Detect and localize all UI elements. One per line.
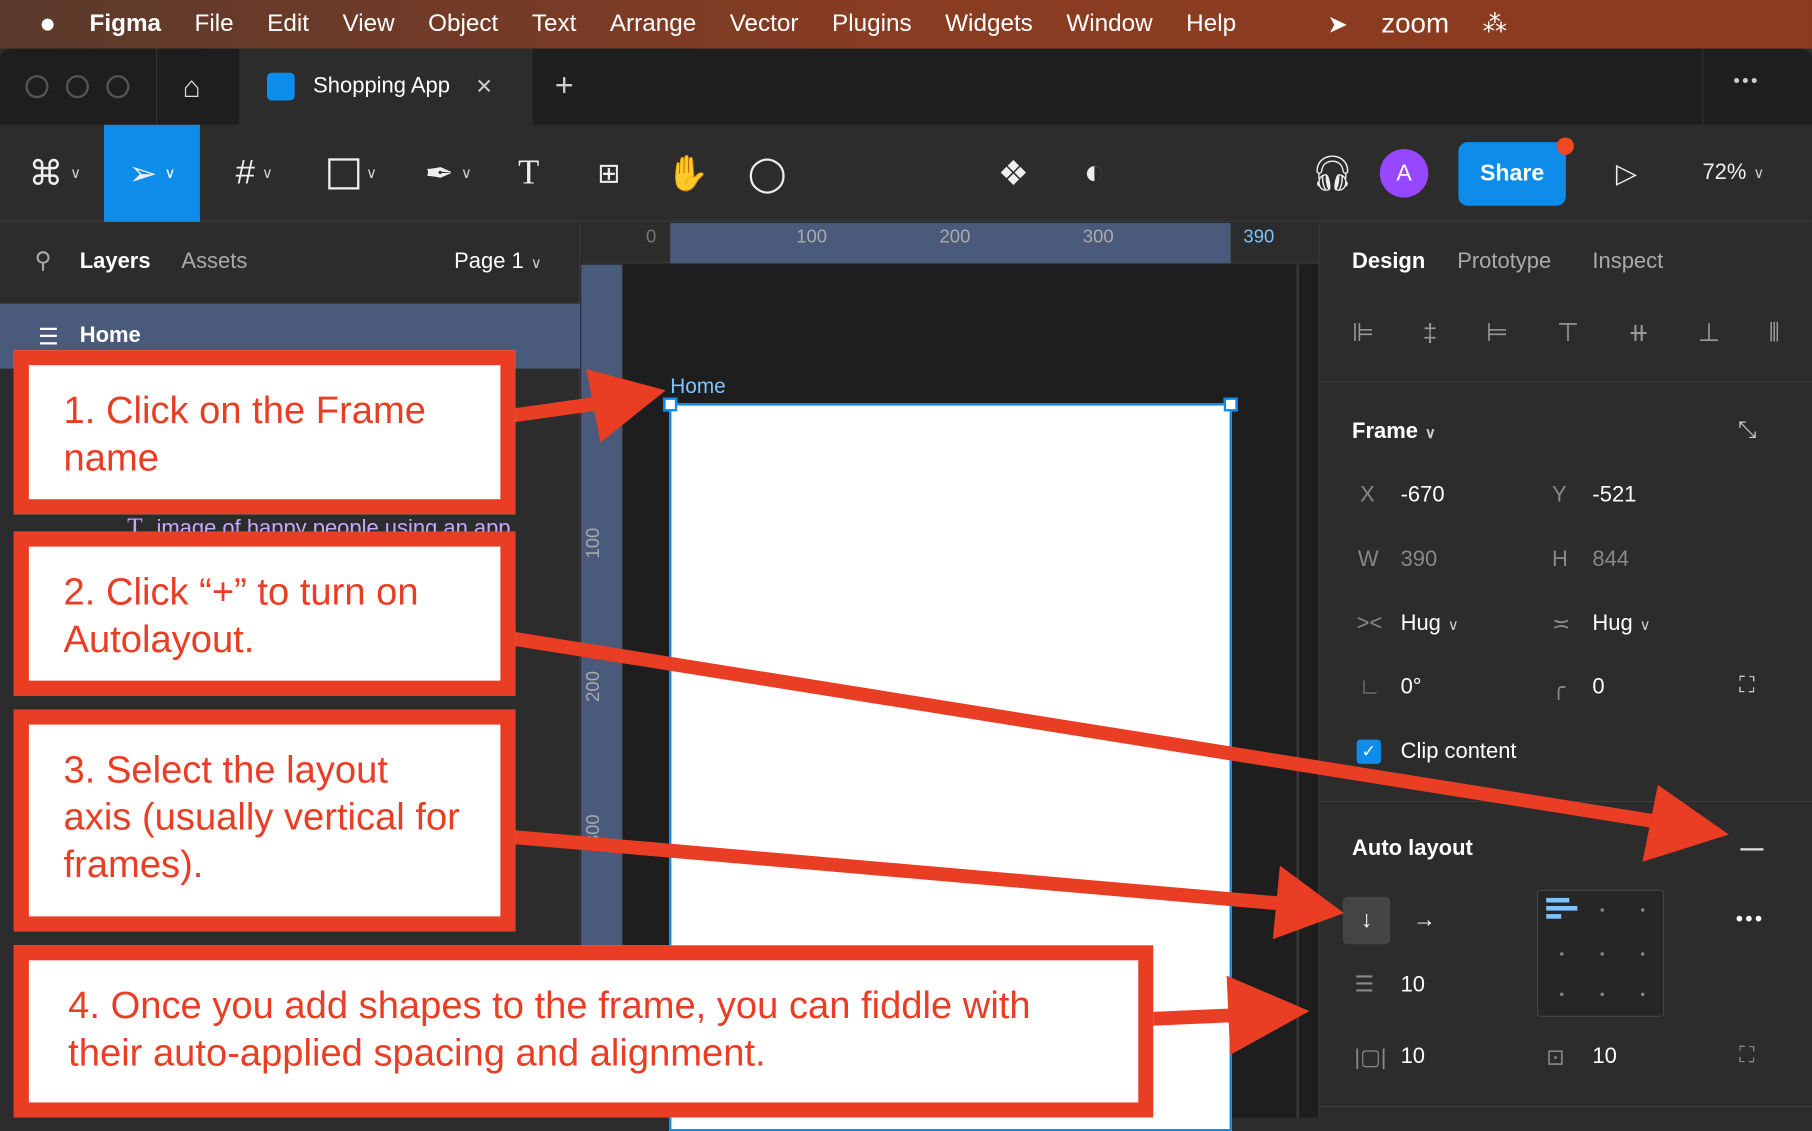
- callout-4: 4. Once you add shapes to the frame, you…: [13, 945, 1154, 1118]
- callout-2: 2. Click “+” to turn on Autolayout.: [13, 531, 516, 696]
- arrow-2-head: [1642, 784, 1729, 862]
- arrow-2: [507, 631, 1666, 830]
- arrow-4-head: [1226, 975, 1310, 1055]
- arrow-3: [507, 829, 1284, 911]
- callout-3: 3. Select the layout axis (usually verti…: [13, 709, 516, 932]
- arrow-3-head: [1272, 865, 1345, 940]
- arrow-1-head: [586, 368, 666, 443]
- callout-1: 1. Click on the Frame name: [13, 350, 516, 515]
